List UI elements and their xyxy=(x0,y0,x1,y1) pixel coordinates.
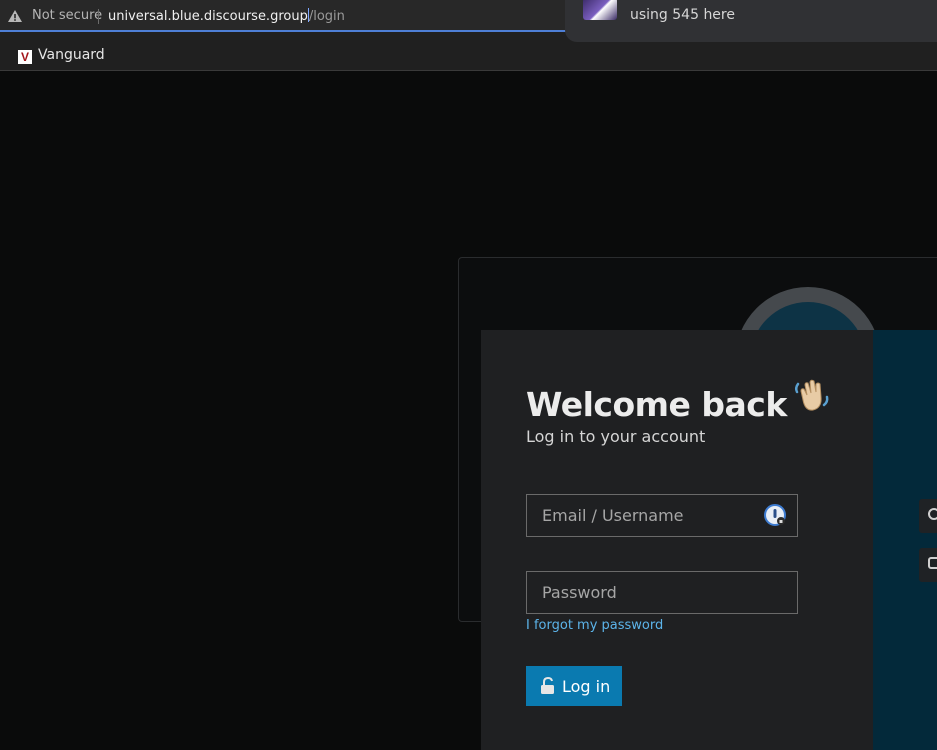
bookmark-label: Vanguard xyxy=(38,47,105,63)
url-text[interactable]: universal.blue.discourse.group/login xyxy=(108,8,345,24)
address-bar[interactable]: Not secure universal.blue.discourse.grou… xyxy=(0,0,599,32)
notification-text: using 545 here xyxy=(630,7,735,23)
login-side-panel xyxy=(873,330,937,750)
username-input[interactable] xyxy=(526,494,798,537)
login-subtitle: Log in to your account xyxy=(526,427,706,446)
side-login-option-1[interactable] xyxy=(919,499,937,533)
security-status[interactable]: Not secure xyxy=(32,8,102,23)
waving-hand-icon xyxy=(794,379,829,411)
notification-avatar xyxy=(583,0,617,20)
side-login-option-2[interactable] xyxy=(919,548,937,582)
browser-toolbar: Not secure universal.blue.discourse.grou… xyxy=(0,0,937,71)
vanguard-logo-icon: V xyxy=(18,50,32,64)
forgot-password-link[interactable]: I forgot my password xyxy=(526,618,663,633)
url-path: /login xyxy=(308,9,345,24)
unlock-icon xyxy=(541,677,554,694)
login-provider-icon xyxy=(928,508,937,520)
notification-popup[interactable]: using 545 here xyxy=(565,0,937,42)
warning-icon[interactable] xyxy=(8,10,22,22)
url-divider xyxy=(98,9,99,24)
password-manager-icon[interactable] xyxy=(764,504,786,526)
discord-icon xyxy=(928,557,937,569)
bookmark-vanguard[interactable]: V Vanguard xyxy=(18,44,105,64)
url-host: universal.blue.discourse.group xyxy=(108,9,308,24)
password-input[interactable] xyxy=(526,571,798,614)
login-title-text: Welcome back xyxy=(526,385,787,424)
login-title: Welcome back xyxy=(526,378,831,424)
